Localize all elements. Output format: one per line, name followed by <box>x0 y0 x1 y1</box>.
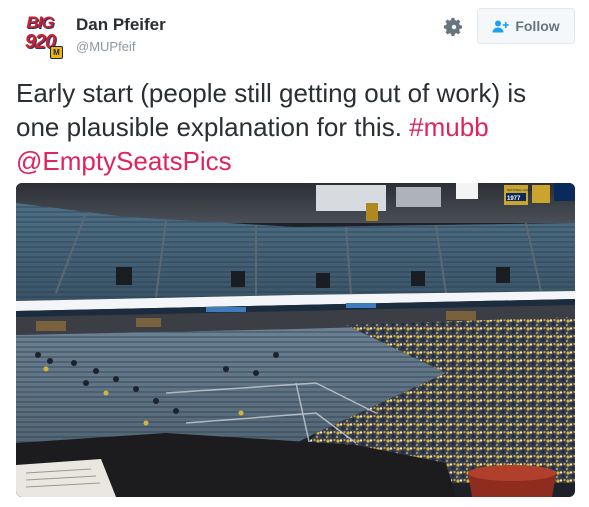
follow-button[interactable]: Follow <box>477 8 575 44</box>
user-handle[interactable]: @MUPfeif <box>76 39 135 54</box>
gear-icon[interactable] <box>443 16 465 38</box>
banner-year: 1977 <box>507 196 521 202</box>
tweet-text: Early start (people still getting out of… <box>16 76 576 178</box>
arena-photo: 1977 NATIONAL CHAMPS <box>16 183 575 497</box>
avatar[interactable]: BIG 920 M <box>16 12 64 60</box>
follow-label: Follow <box>515 18 560 34</box>
hashtag-link[interactable]: #mubb <box>409 112 489 142</box>
display-name[interactable]: Dan Pfeifer <box>76 15 166 35</box>
tweet-photo[interactable]: 1977 NATIONAL CHAMPS <box>16 183 575 497</box>
avatar-logo-top: BIG <box>26 13 54 32</box>
mention-link[interactable]: @EmptySeatsPics <box>16 146 232 176</box>
add-user-icon <box>492 20 510 32</box>
banner-caption: NATIONAL CHAMPS <box>507 188 535 192</box>
avatar-badge: M <box>50 46 63 59</box>
tweet-header: BIG 920 M Dan Pfeifer @MUPfeif Follow <box>0 0 589 60</box>
